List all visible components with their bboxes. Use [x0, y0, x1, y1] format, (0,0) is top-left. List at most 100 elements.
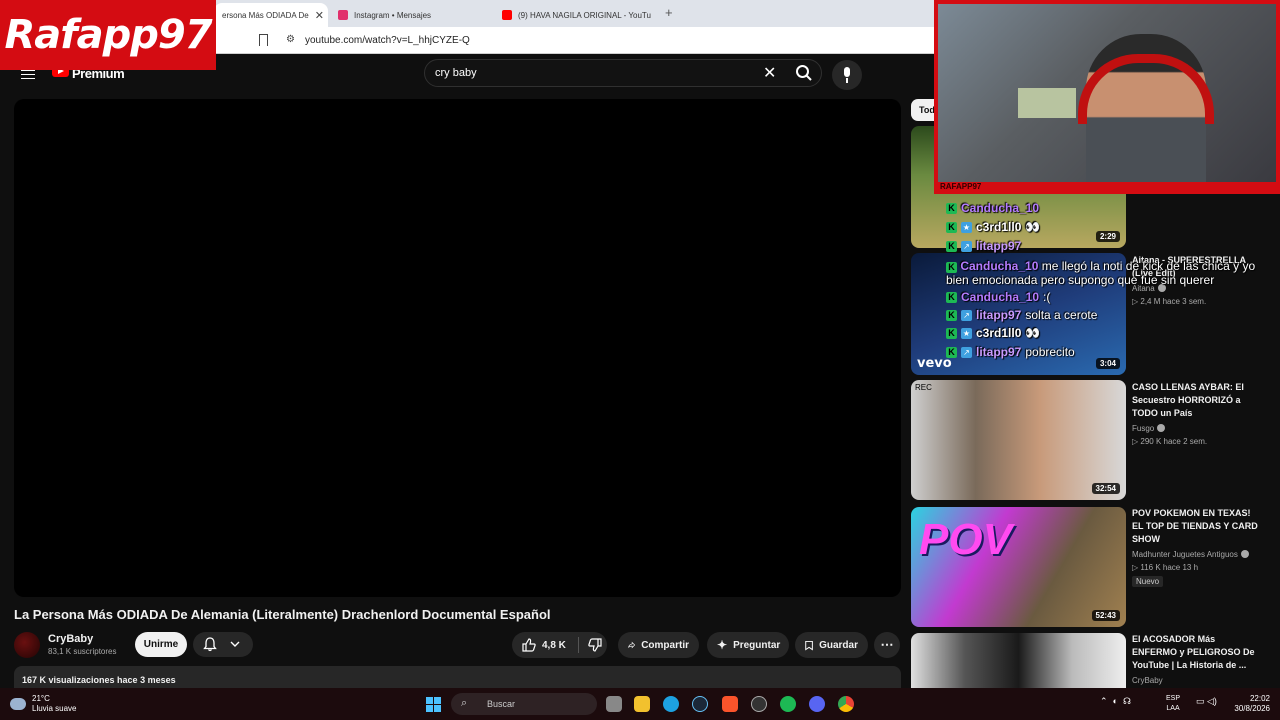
chat-message: K ★ c3rd1ll0 👀: [946, 220, 1040, 234]
clock-time: 22:02: [1249, 694, 1270, 703]
tab-instagram[interactable]: Instagram • Mensajes: [330, 3, 492, 27]
recommendation-thumbnail[interactable]: [911, 633, 1126, 688]
windows-taskbar: 21°C Lluvia suave ⌕ Buscar ⌃ ◐ ☊ ESP LAA…: [0, 688, 1280, 720]
chat-username: litapp97: [976, 239, 1022, 253]
weather-widget[interactable]: 21°C Lluvia suave: [10, 694, 76, 714]
recommendation-title[interactable]: El ACOSADOR Más ENFERMO y PELIGROSO De Y…: [1132, 633, 1260, 672]
screen: ersona Más ODIADA De ✕ Instagram • Mensa…: [0, 0, 1280, 720]
chat-message: K ↗ litapp97 pobrecito: [946, 345, 1075, 359]
youtube-icon: [502, 10, 512, 20]
discord-icon[interactable]: [809, 696, 825, 712]
recommendation-channel[interactable]: Fusgo: [1132, 424, 1166, 433]
weather-condition: Lluvia suave: [32, 704, 77, 713]
steam-icon[interactable]: [692, 696, 708, 712]
recommendation-channel[interactable]: Madhunter Juguetes Antiguos: [1132, 550, 1249, 559]
like-count: 4,8 K: [542, 639, 566, 651]
kick-badge-icon: K: [946, 240, 957, 252]
channel-avatar[interactable]: [14, 632, 40, 658]
view-count-date: 167 K visualizaciones hace 3 meses: [22, 675, 176, 685]
recommendation-meta: ▷ 116 K hace 13 h: [1132, 563, 1199, 572]
search-icon[interactable]: [795, 64, 813, 82]
sub-badge-icon: ↗: [961, 240, 972, 252]
chat-message: K Canducha_10 :(: [946, 290, 1050, 304]
tab-youtube-video[interactable]: ersona Más ODIADA De ✕: [214, 3, 328, 27]
obs-icon[interactable]: [751, 696, 767, 712]
windows-start-icon[interactable]: [426, 697, 441, 712]
search-icon: ⌕: [461, 697, 468, 709]
chat-text: solta a cerote: [1025, 308, 1098, 322]
channel-name[interactable]: CryBaby: [48, 633, 93, 645]
description-box[interactable]: 167 K visualizaciones hace 3 meses: [14, 666, 901, 690]
share-button[interactable]: Compartir: [618, 632, 699, 658]
edge-icon[interactable]: [663, 696, 679, 712]
file-explorer-icon[interactable]: [634, 696, 650, 712]
recommendation-channel[interactable]: CryBaby: [1132, 676, 1163, 685]
task-view-icon[interactable]: [606, 696, 622, 712]
subscriber-count: 83,1 K suscriptores: [48, 647, 117, 656]
url-field[interactable]: youtube.com/watch?v=L_hhjCYZE-Q: [305, 35, 470, 46]
video-duration: 52:43: [1091, 610, 1120, 621]
more-actions-icon[interactable]: ⋯: [874, 632, 900, 658]
ask-button[interactable]: ✦ Preguntar: [707, 632, 789, 658]
recommendation-thumbnail[interactable]: POV 52:43: [911, 507, 1126, 627]
tab-title: (9) HAVA NAGILA ORIGINAL - YouTu: [518, 10, 651, 20]
kick-badge-icon: K: [946, 309, 957, 321]
thumbs-up-icon: [522, 638, 536, 652]
recommendation-title[interactable]: POV POKEMON EN TEXAS! EL TOP DE TIENDAS …: [1132, 507, 1260, 546]
tab-title: Instagram • Mensajes: [354, 10, 432, 20]
language-code: ESP: [1166, 695, 1181, 702]
video-duration: 2:29: [1095, 231, 1120, 242]
kick-badge-icon: K: [946, 262, 957, 273]
kick-badge-icon: K: [946, 327, 957, 339]
dislike-button[interactable]: [582, 632, 608, 658]
language-indicator[interactable]: ESP LAA: [1166, 694, 1180, 714]
taskbar-search[interactable]: ⌕ Buscar: [451, 693, 597, 715]
wall-poster: [1018, 88, 1076, 118]
clear-search-icon[interactable]: ✕: [763, 63, 776, 83]
keyboard-layout: LAA: [1166, 705, 1180, 712]
search-box[interactable]: cry baby ✕: [424, 59, 822, 87]
join-button[interactable]: Unirme: [135, 632, 187, 657]
recommendation-title[interactable]: CASO LLENAS AYBAR: El Secuestro HORRORIZ…: [1132, 381, 1260, 420]
video-title: La Persona Más ODIADA De Alemania (Liter…: [14, 607, 551, 622]
sub-badge-icon: ★: [961, 221, 972, 233]
save-playlist-icon: [805, 640, 813, 650]
network-volume-icons[interactable]: ▭ ◁): [1196, 696, 1217, 707]
recommendation-thumbnail[interactable]: REC 32:54: [911, 380, 1126, 500]
chat-username: Canducha_10: [961, 290, 1040, 304]
new-tab-icon[interactable]: +: [665, 5, 673, 20]
verified-icon: [1240, 550, 1249, 558]
cloud-rain-icon: [10, 698, 26, 710]
tab-hava-nagila[interactable]: (9) HAVA NAGILA ORIGINAL - YouTu ✕: [494, 3, 658, 27]
share-icon: [628, 641, 636, 649]
notifications-button[interactable]: [193, 632, 253, 657]
logo-text: Rafapp97: [4, 12, 212, 58]
chat-username: litapp97: [976, 308, 1022, 322]
recommendation-meta: ▷ 290 K hace 2 sem.: [1132, 437, 1208, 446]
webcam-label: RAFAPP97: [940, 182, 982, 191]
chat-message: K Canducha_10 me llegó la noti de kick d…: [946, 259, 1276, 287]
menu-icon[interactable]: [21, 70, 35, 79]
chat-message: K ↗ litapp97 solta a cerote: [946, 308, 1097, 322]
close-tab-icon[interactable]: ✕: [315, 9, 324, 22]
chat-username: Canducha_10: [961, 201, 1040, 215]
voice-search-icon[interactable]: [832, 60, 862, 90]
chrome-icon[interactable]: [838, 696, 854, 712]
close-tab-icon[interactable]: ✕: [657, 9, 658, 22]
system-tray-icons[interactable]: ⌃ ◐ ☊: [1100, 696, 1131, 707]
streamer-logo: Rafapp97: [0, 0, 216, 70]
chevron-down-icon: [230, 641, 240, 647]
kick-badge-icon: K: [946, 221, 957, 233]
bookmark-icon[interactable]: [259, 34, 268, 46]
brave-icon[interactable]: [722, 696, 738, 712]
save-button[interactable]: Guardar: [795, 632, 868, 658]
site-info-icon[interactable]: ⚙: [286, 34, 295, 45]
search-input[interactable]: cry baby: [435, 67, 477, 79]
chat-message: K Canducha_10: [946, 201, 1039, 215]
spotify-icon[interactable]: [780, 696, 796, 712]
sparkle-icon: ✦: [717, 638, 728, 652]
taskbar-clock[interactable]: 22:02 30/8/2026: [1228, 694, 1270, 714]
video-player[interactable]: [14, 99, 901, 597]
new-badge: Nuevo: [1132, 576, 1164, 587]
tab-title: ersona Más ODIADA De: [222, 10, 309, 20]
